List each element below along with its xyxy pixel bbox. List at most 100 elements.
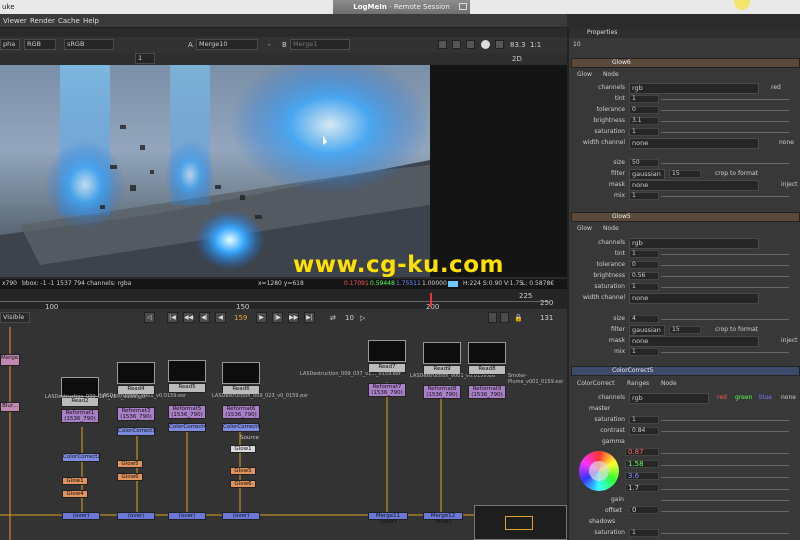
glow5-filter-value[interactable]: 15 (669, 326, 701, 334)
node-read5[interactable]: Read5 (168, 383, 206, 393)
node-reformat6[interactable]: Reformat6 (1536_790) (222, 405, 260, 419)
glow5-saturation-slider[interactable] (661, 287, 789, 288)
cc5-gamma-slider-a[interactable] (661, 489, 789, 490)
glow6-width-none[interactable]: none (779, 138, 794, 148)
node-merge-c[interactable]: (over) (168, 512, 206, 520)
node-blur-left[interactable]: Blur... (0, 402, 20, 412)
cc5-gamma-slider-r[interactable] (661, 453, 789, 454)
node-merge-a[interactable]: (over) (62, 512, 100, 520)
cc5-tab-colorcorrect[interactable]: ColorCorrect (577, 380, 615, 387)
glow6-size-value[interactable]: 50 (629, 159, 659, 167)
node-merge11[interactable]: Merge11 (over) (368, 512, 408, 525)
glow5-tint-value[interactable]: 1 (629, 250, 659, 258)
step-size[interactable]: 10 (345, 314, 354, 322)
rgb-dropdown[interactable]: RGB (24, 39, 56, 50)
next-icon[interactable]: ▷ (360, 314, 365, 322)
cc5-master-section[interactable]: master (589, 405, 610, 412)
cc5-green-flag[interactable]: green (735, 393, 752, 403)
glow5-tab-glow[interactable]: Glow (577, 225, 592, 232)
minimap-viewport[interactable] (505, 516, 533, 530)
cc5-saturation-slider[interactable] (661, 420, 789, 421)
step-forward-button[interactable]: |▶ (272, 312, 283, 323)
input-a-dropdown[interactable]: Merge10 (196, 39, 258, 50)
frame-field[interactable]: 1 (135, 53, 155, 64)
glow6-inject-checkbox[interactable]: inject (781, 180, 797, 190)
glow5-channels-dropdown[interactable]: rgb (629, 238, 759, 249)
node-reformat1[interactable]: Reformat1 (1536_790) (61, 409, 99, 423)
cc5-none-flag[interactable]: none (781, 393, 796, 403)
glow6-saturation-slider[interactable] (661, 132, 789, 133)
glow6-panel-header[interactable]: Glow6 (571, 58, 800, 68)
play-back-button[interactable]: ◀ (215, 312, 226, 323)
node-reformat5[interactable]: Reformat5 (1536_790) (168, 405, 206, 419)
compare-op[interactable]: - (268, 41, 271, 49)
glow6-tab-glow[interactable]: Glow (577, 71, 592, 78)
cc5-gamma-g[interactable]: 1.58 (625, 460, 659, 468)
wipe-icon[interactable] (452, 40, 461, 49)
glow5-width-channel-dropdown[interactable]: none (629, 293, 759, 304)
cc5-offset-value[interactable]: 0 (629, 506, 659, 514)
node-glow6[interactable]: Glow6 (230, 480, 256, 488)
glow5-inject-checkbox[interactable]: inject (781, 336, 797, 346)
node-glow-a1[interactable]: Glow1 (62, 477, 88, 485)
cache-icon[interactable] (495, 40, 504, 49)
glow6-crop-checkbox[interactable]: crop to format (715, 169, 758, 179)
last-frame-button[interactable]: ▶| (304, 312, 315, 323)
in-point-icon[interactable] (488, 312, 497, 323)
glow6-tint-slider[interactable] (661, 99, 789, 100)
current-frame[interactable]: 159 (234, 314, 247, 322)
cc5-offset-slider[interactable] (661, 511, 789, 512)
menu-render[interactable]: Render (30, 17, 55, 25)
glow6-saturation-value[interactable]: 1 (629, 128, 659, 136)
glow6-brightness-slider[interactable] (661, 121, 789, 122)
cc5-gamma-slider-b[interactable] (661, 477, 789, 478)
window-restore-icon[interactable] (459, 3, 467, 10)
roi-icon[interactable] (438, 40, 447, 49)
ratio-value[interactable]: 1:1 (530, 41, 541, 49)
glow5-tolerance-slider[interactable] (661, 265, 789, 266)
glow6-filter-value[interactable]: 15 (669, 170, 701, 178)
glow5-mix-value[interactable]: 1 (629, 348, 659, 356)
proxy-icon[interactable] (466, 40, 475, 49)
glow6-tab-node[interactable]: Node (603, 71, 619, 78)
glow6-width-channel-dropdown[interactable]: none (629, 138, 759, 149)
node-merge-b[interactable]: (over) (117, 512, 155, 520)
zoom-value[interactable]: 83.3 (510, 41, 526, 49)
glow5-size-value[interactable]: 4 (629, 315, 659, 323)
glow6-filter-dropdown[interactable]: gaussian (629, 169, 665, 180)
glow5-saturation-value[interactable]: 1 (629, 283, 659, 291)
playhead-marker[interactable] (430, 293, 432, 307)
node-reformat7[interactable]: Reformat7 (1536_790) (368, 383, 406, 397)
cc5-tab-node[interactable]: Node (661, 380, 677, 387)
menu-cache[interactable]: Cache (58, 17, 80, 25)
properties-count[interactable]: 10 (573, 41, 581, 48)
cc5-shadows-section[interactable]: shadows (589, 518, 615, 525)
glow6-size-slider[interactable] (661, 163, 789, 164)
node-merge-d[interactable]: (over) (222, 512, 260, 520)
first-frame-button[interactable]: |◀ (167, 312, 178, 323)
glow5-tint-slider[interactable] (661, 254, 789, 255)
render-icon[interactable] (481, 40, 490, 49)
lock-icon[interactable]: 🔒 (514, 314, 523, 322)
menu-help[interactable]: Help (83, 17, 99, 25)
glow6-tolerance-slider[interactable] (661, 110, 789, 111)
glow6-channels-dropdown[interactable]: rgb (629, 83, 759, 94)
cc5-shadows-saturation-value[interactable]: 1 (629, 529, 659, 537)
node-colorcorrect6[interactable]: ColorCorrect6 (222, 423, 261, 432)
viewer-image[interactable] (0, 65, 430, 277)
node-reformat3[interactable]: Reformat3 (1536_790) (117, 407, 155, 421)
channels-dropdown[interactable]: pha (0, 39, 20, 50)
node-colorcorrect4[interactable]: ColorCorrect4 (168, 423, 207, 432)
glow5-brightness-slider[interactable] (661, 276, 789, 277)
play-button[interactable]: ▶ (256, 312, 267, 323)
glow5-brightness-value[interactable]: 0.56 (629, 272, 659, 280)
node-read8[interactable]: Read8 (468, 365, 506, 375)
glow6-red-flag[interactable]: red (771, 83, 781, 93)
glow5-tab-node[interactable]: Node (603, 225, 619, 232)
glow5-panel-header[interactable]: Glow5 (571, 212, 800, 222)
cc5-blue-flag[interactable]: blue (759, 393, 772, 403)
step-back-button[interactable]: ◀| (199, 312, 210, 323)
prev-icon[interactable]: ◁ (144, 312, 155, 323)
lut-dropdown[interactable]: sRGB (64, 39, 114, 50)
glow6-brightness-value[interactable]: 3.1 (629, 117, 659, 125)
